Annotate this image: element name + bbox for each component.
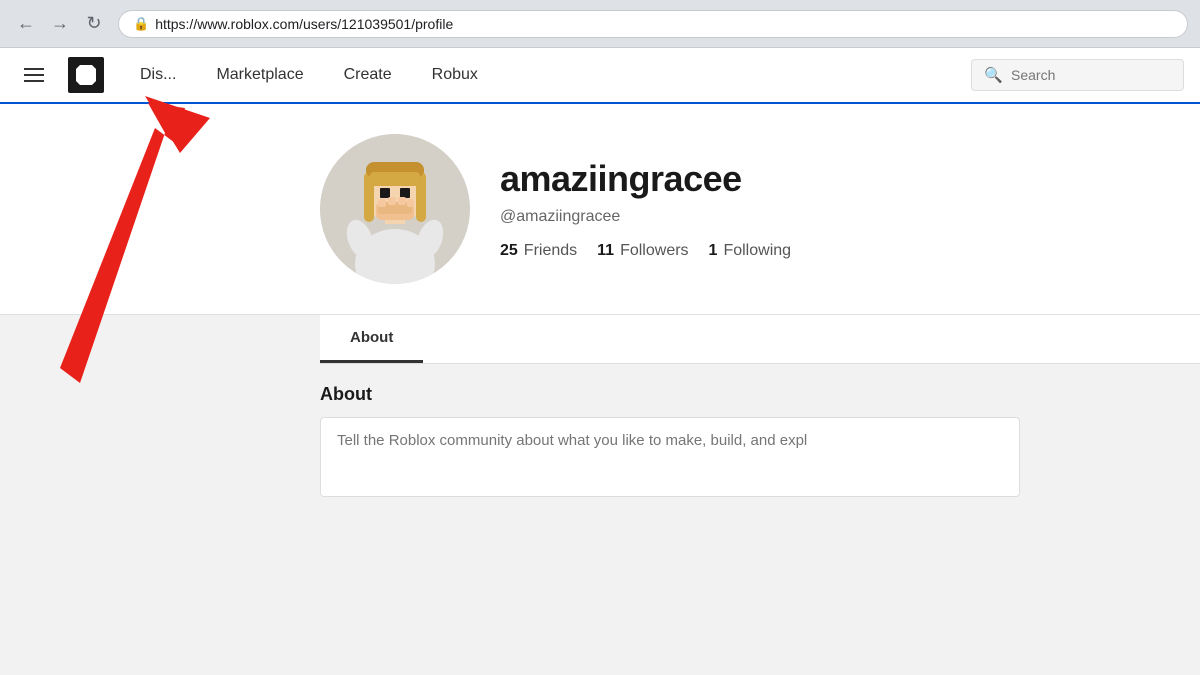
about-textarea[interactable] <box>320 417 1020 497</box>
followers-count: 11 <box>597 242 614 260</box>
nav-item-robux[interactable]: Robux <box>412 47 498 103</box>
browser-nav-buttons: ← → ↻ <box>12 10 108 38</box>
following-stat: 1 Following <box>709 242 792 260</box>
lock-icon: 🔒 <box>133 16 149 32</box>
tab-about[interactable]: About <box>320 315 423 363</box>
friends-count: 25 <box>500 242 518 260</box>
url-text: https://www.roblox.com/users/121039501/p… <box>155 16 453 32</box>
friends-label: Friends <box>524 242 577 260</box>
following-count: 1 <box>709 242 718 260</box>
roblox-navbar: Dis... Marketplace Create Robux 🔍 <box>0 48 1200 104</box>
back-icon: ← <box>17 13 35 34</box>
address-bar[interactable]: 🔒 https://www.roblox.com/users/121039501… <box>118 10 1188 38</box>
about-title: About <box>320 384 1180 405</box>
followers-stat: 11 Followers <box>597 242 688 260</box>
nav-item-marketplace[interactable]: Marketplace <box>196 47 323 103</box>
avatar <box>320 134 470 284</box>
about-tabs: About <box>320 315 1200 364</box>
profile-handle: @amaziingracee <box>500 208 791 226</box>
refresh-button[interactable]: ↻ <box>80 10 108 38</box>
roblox-logo-icon <box>76 65 96 85</box>
hamburger-line-1 <box>24 68 44 70</box>
back-button[interactable]: ← <box>12 10 40 38</box>
friends-stat: 25 Friends <box>500 242 577 260</box>
profile-section: amaziingracee @amaziingracee 25 Friends … <box>0 104 1200 315</box>
hamburger-button[interactable] <box>16 57 52 93</box>
roblox-logo[interactable] <box>68 57 104 93</box>
main-content: amaziingracee @amaziingracee 25 Friends … <box>0 104 1200 522</box>
forward-icon: → <box>51 13 69 34</box>
following-label: Following <box>723 242 791 260</box>
search-input[interactable] <box>1011 67 1171 83</box>
nav-search[interactable]: 🔍 <box>971 59 1184 91</box>
hamburger-line-2 <box>24 74 44 76</box>
about-content: About <box>320 364 1200 522</box>
profile-username: amaziingracee <box>500 158 791 200</box>
profile-info: amaziingracee @amaziingracee 25 Friends … <box>500 158 791 260</box>
about-section: About About <box>0 315 1200 522</box>
page-wrapper: ← → ↻ 🔒 https://www.roblox.com/users/121… <box>0 0 1200 675</box>
search-icon: 🔍 <box>984 66 1003 84</box>
forward-button[interactable]: → <box>46 10 74 38</box>
profile-stats: 25 Friends 11 Followers 1 Following <box>500 242 791 260</box>
hamburger-line-3 <box>24 80 44 82</box>
nav-item-discover[interactable]: Dis... <box>120 47 196 103</box>
followers-label: Followers <box>620 242 688 260</box>
refresh-icon: ↻ <box>86 13 101 34</box>
avatar-image <box>320 134 470 284</box>
nav-item-create[interactable]: Create <box>324 47 412 103</box>
nav-links: Dis... Marketplace Create Robux <box>120 47 971 103</box>
browser-chrome: ← → ↻ 🔒 https://www.roblox.com/users/121… <box>0 0 1200 48</box>
